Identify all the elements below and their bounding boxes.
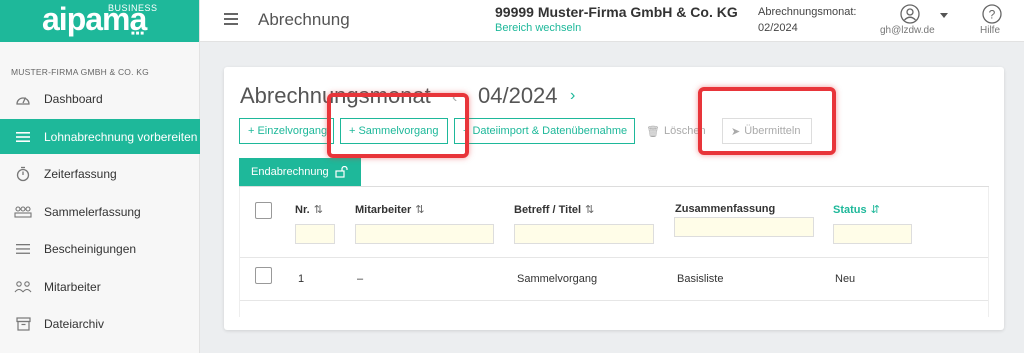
billing-month-label: Abrechnungsmonat: [758,6,857,18]
stopwatch-icon [14,165,32,183]
help-icon[interactable]: ? [982,4,1002,24]
row-checkbox[interactable] [255,267,272,284]
column-header-zusammenfassung: Zusammenfassung [675,203,776,215]
row-divider [240,257,988,258]
company-label: MUSTER-FIRMA GMBH & CO. KG [11,67,149,77]
sort-icon: ⇅ [415,204,425,216]
data-table: Nr. ⇅ Mitarbeiter ⇅ Betreff / Titel ⇅ Zusam… [239,187,989,317]
filter-betreff-input[interactable] [514,224,654,244]
top-header: Abrechnung 99999 Muster-Firma GmbH & Co.… [200,0,1024,42]
billing-month-value: 02/2024 [758,22,798,34]
switch-area-link[interactable]: Bereich wechseln [495,22,581,34]
filter-mitarbeiter-input[interactable] [355,224,494,244]
row-divider [240,300,988,301]
list-icon [14,240,32,258]
header-title: Abrechnung [258,10,350,29]
highlight-annotation-sammelvorgang [327,93,469,158]
select-all-checkbox[interactable] [255,202,272,219]
cell-betreff[interactable]: Sammelvorgang [517,273,597,285]
sidebar: BUSINESS aipama ■■■ MUSTER-FIRMA GMBH & … [0,0,200,353]
tab-endabrechnung[interactable]: Endabrechnung [239,158,361,186]
user-email[interactable]: gh@lzdw.de [880,25,935,36]
unlock-icon [335,166,348,178]
sidebar-item-label: Dateiarchiv [44,316,105,331]
sidebar-item-mitarbeiter[interactable]: Mitarbeiter [0,269,200,304]
delete-button[interactable]: 🗑 Löschen [638,118,706,144]
cell-zusammenfassung: Basisliste [677,273,724,285]
chevron-down-icon[interactable] [940,13,948,18]
list-icon [14,128,32,146]
firm-name: 99999 Muster-Firma GmbH & Co. KG [495,4,738,20]
sidebar-item-zeiterfassung[interactable]: Zeiterfassung [0,156,200,191]
group-icon [14,203,32,221]
sidebar-item-label: Lohnabrechnung vorbereiten [44,129,198,144]
page-month: 04/2024 [478,83,558,108]
sidebar-item-label: Dashboard [44,91,103,106]
menu-icon[interactable] [224,13,238,25]
highlight-annotation-uebermitteln [698,87,836,155]
filter-zusammenfassung-input[interactable] [674,217,814,237]
logo-dots: ■■■ [131,31,145,37]
sort-icon: ⇅ [313,204,323,216]
cell-status: Neu [835,273,856,285]
gauge-icon [14,90,32,108]
sidebar-item-label: Zeiterfassung [44,166,117,181]
sidebar-item-label: Mitarbeiter [44,279,101,294]
sidebar-item-lohnabrechnung[interactable]: Lohnabrechnung vorbereiten [0,119,200,154]
plus-icon: + [248,125,255,137]
sidebar-item-dashboard[interactable]: Dashboard [0,81,200,116]
user-icon[interactable] [900,4,920,24]
sidebar-item-label: Sammelerfassung [44,204,141,219]
sort-icon: ⇅ [585,204,595,216]
sidebar-item-bescheinigungen[interactable]: Bescheinigungen [0,231,200,266]
column-header-status[interactable]: Status ⇵ [833,203,880,216]
cell-mitarbeiter: – [357,273,364,285]
people-icon [14,278,32,296]
new-single-button[interactable]: + Einzelvorgang [239,118,334,144]
filter-nr-input[interactable] [295,224,335,244]
column-header-nr[interactable]: Nr. ⇅ [295,203,323,216]
cell-nr: 1 [298,273,305,285]
sidebar-item-dateiarchiv[interactable]: Dateiarchiv [0,306,200,341]
filter-sort-icon: ⇵ [870,204,880,216]
column-header-mitarbeiter[interactable]: Mitarbeiter ⇅ [355,203,424,216]
chevron-right-icon[interactable]: › [570,87,575,105]
archive-icon [14,315,32,333]
trash-icon: 🗑 [646,125,660,138]
sidebar-item-label: Bescheinigungen [44,241,137,256]
logo[interactable]: BUSINESS aipama ■■■ [0,0,199,42]
svg-text:?: ? [989,8,996,22]
filter-status-input[interactable] [833,224,912,244]
file-import-button[interactable]: + Dateiimport & Datenübernahme [454,118,635,144]
sidebar-item-sammelerfassung[interactable]: Sammelerfassung [0,194,200,229]
help-label[interactable]: Hilfe [980,25,1000,36]
column-header-betreff[interactable]: Betreff / Titel ⇅ [514,203,594,216]
